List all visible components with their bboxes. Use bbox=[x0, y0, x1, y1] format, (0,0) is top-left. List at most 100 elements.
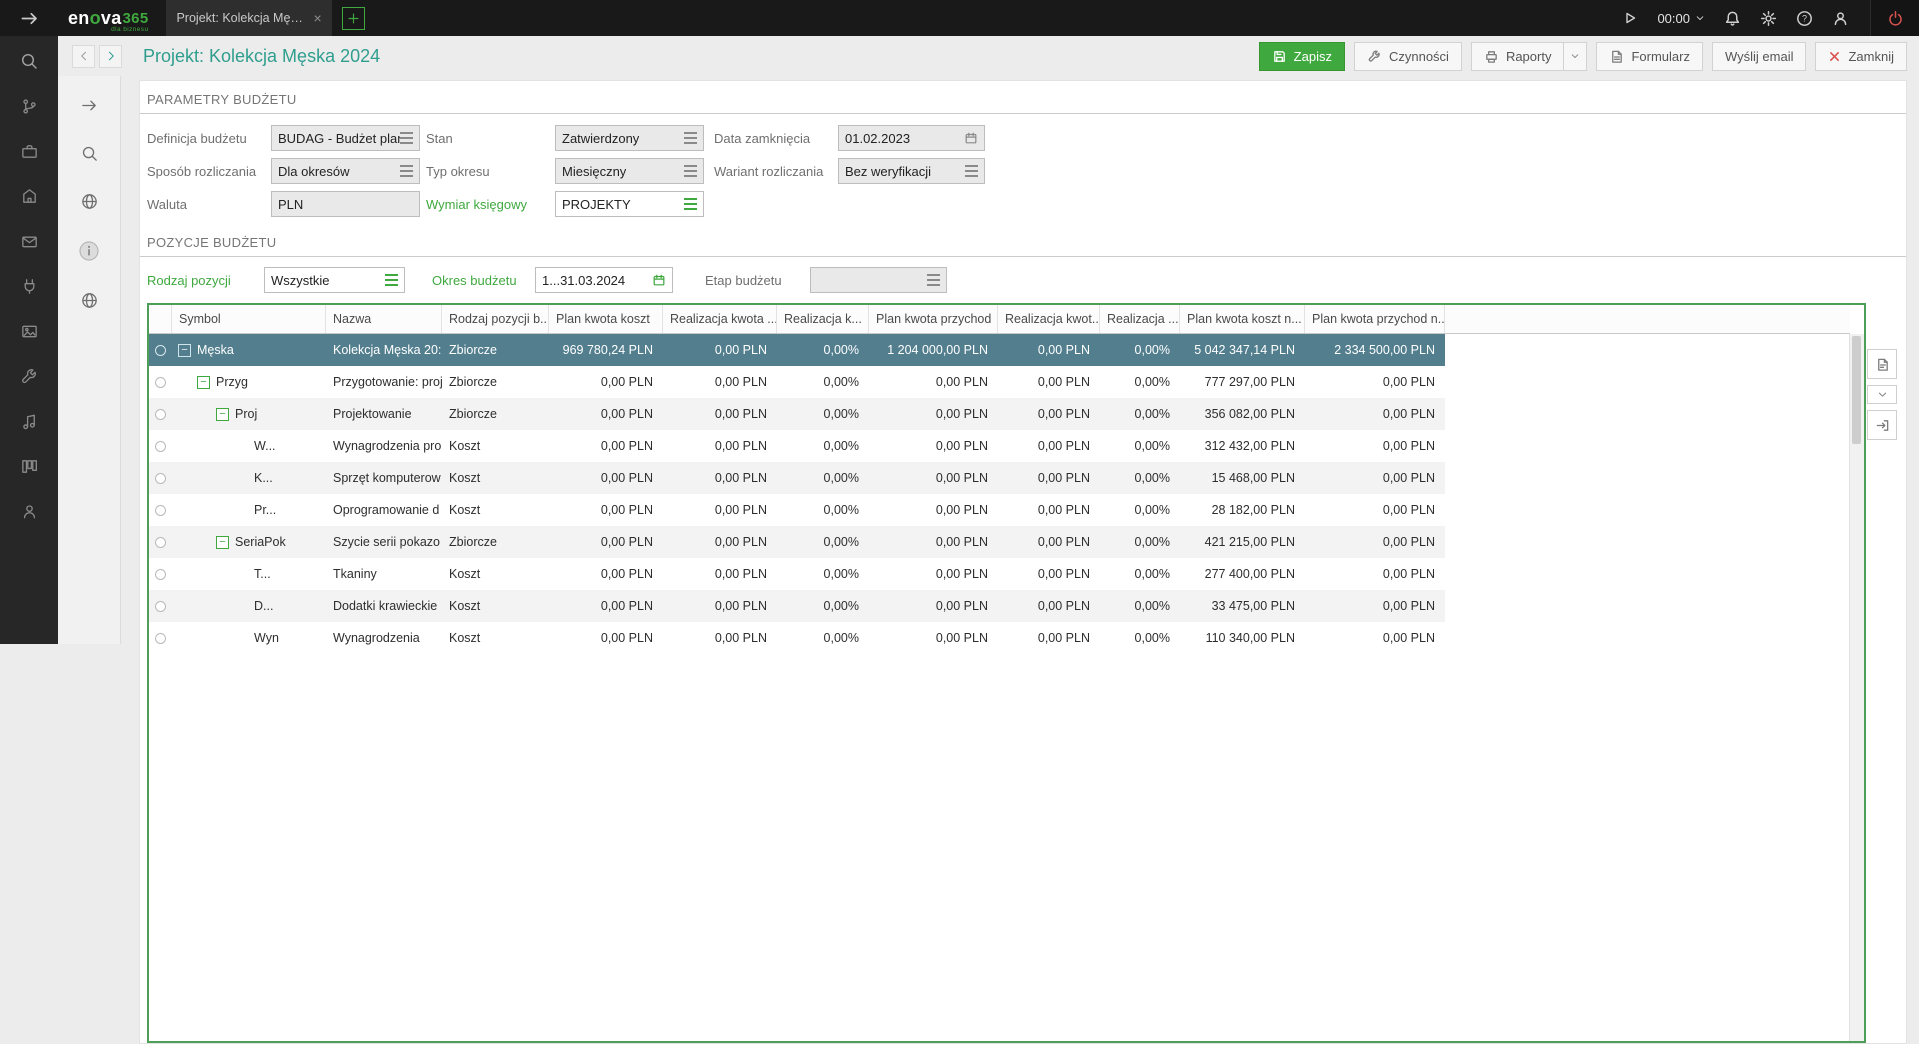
work-timer[interactable]: 00:00 bbox=[1657, 11, 1705, 26]
lookup-icon[interactable] bbox=[927, 274, 940, 286]
table-row[interactable]: −ProjProjektowanieZbiorcze0,00 PLN0,00 P… bbox=[149, 398, 1445, 430]
collapse-icon[interactable]: − bbox=[216, 536, 229, 549]
vertical-scrollbar[interactable] bbox=[1849, 334, 1864, 1041]
expand-panel-button[interactable] bbox=[1867, 385, 1897, 404]
collapse-icon[interactable]: − bbox=[216, 408, 229, 421]
reports-dropdown-button[interactable] bbox=[1564, 42, 1587, 71]
collapse-icon[interactable]: − bbox=[178, 344, 191, 357]
save-button[interactable]: Zapisz bbox=[1259, 42, 1345, 71]
table-row[interactable]: W...Wynagrodzenia proKoszt0,00 PLN0,00 P… bbox=[149, 430, 1445, 462]
column-header[interactable]: Rodzaj pozycji b... bbox=[442, 305, 549, 333]
plug-icon[interactable] bbox=[20, 277, 39, 296]
wymiar-field[interactable]: PROJEKTY bbox=[555, 191, 704, 217]
image-icon[interactable] bbox=[20, 322, 39, 341]
wrench-icon[interactable] bbox=[20, 367, 39, 386]
new-tab-button[interactable] bbox=[342, 7, 365, 30]
table-row[interactable]: WynWynagrodzeniaKoszt0,00 PLN0,00 PLN0,0… bbox=[149, 622, 1445, 654]
row-amount: 33 475,00 PLN bbox=[1180, 599, 1305, 613]
arrow-right-icon[interactable] bbox=[80, 96, 99, 115]
nav-forward-button[interactable] bbox=[99, 45, 122, 68]
open-detail-button[interactable] bbox=[1867, 349, 1897, 379]
info-icon[interactable] bbox=[78, 240, 100, 262]
chevron-right-icon bbox=[105, 50, 117, 62]
rodzaj-pozycji-filter[interactable]: Wszystkie bbox=[264, 267, 405, 293]
kanban-icon[interactable] bbox=[20, 457, 39, 476]
row-selector-radio[interactable] bbox=[155, 377, 166, 388]
home-icon[interactable] bbox=[20, 187, 39, 206]
music-note-icon[interactable] bbox=[20, 412, 39, 431]
lookup-icon[interactable] bbox=[684, 198, 697, 210]
calendar-icon[interactable] bbox=[964, 131, 978, 145]
row-amount: 0,00% bbox=[1100, 471, 1180, 485]
column-header[interactable]: Realizacja kwot... bbox=[998, 305, 1100, 333]
send-email-button[interactable]: Wyślij email bbox=[1712, 42, 1807, 71]
lookup-icon[interactable] bbox=[684, 132, 697, 144]
column-header[interactable]: Realizacja kwota ... bbox=[663, 305, 777, 333]
table-row[interactable]: Pr...Oprogramowanie dKoszt0,00 PLN0,00 P… bbox=[149, 494, 1445, 526]
logout-button[interactable] bbox=[1870, 0, 1919, 36]
sidebar-expand-button[interactable] bbox=[0, 0, 58, 36]
actions-button[interactable]: Czynności bbox=[1354, 42, 1462, 71]
table-row[interactable]: −SeriaPokSzycie serii pokazoZbiorcze0,00… bbox=[149, 526, 1445, 558]
row-selector-radio[interactable] bbox=[155, 505, 166, 516]
row-selector-radio[interactable] bbox=[155, 441, 166, 452]
column-header[interactable]: Realizacja ... bbox=[1100, 305, 1180, 333]
git-branch-icon[interactable] bbox=[20, 97, 39, 116]
reports-button[interactable]: Raporty bbox=[1471, 42, 1565, 71]
mail-icon[interactable] bbox=[20, 232, 39, 251]
sidebar-search-button[interactable] bbox=[19, 51, 39, 71]
form-button[interactable]: Formularz bbox=[1596, 42, 1703, 71]
column-header[interactable]: Nazwa bbox=[326, 305, 442, 333]
okres-budzetu-filter[interactable]: 1...31.03.2024 bbox=[535, 267, 673, 293]
lookup-icon[interactable] bbox=[400, 165, 413, 177]
table-row[interactable]: −PrzygPrzygotowanie: projZbiorcze0,00 PL… bbox=[149, 366, 1445, 398]
globe-icon-2[interactable] bbox=[80, 291, 99, 310]
scrollbar-thumb[interactable] bbox=[1852, 336, 1861, 444]
users-icon[interactable] bbox=[20, 502, 39, 521]
row-selector-radio[interactable] bbox=[155, 537, 166, 548]
close-button[interactable]: Zamknij bbox=[1815, 42, 1907, 71]
data-zamkniecia-field[interactable]: 01.02.2023 bbox=[838, 125, 985, 151]
row-selector-radio[interactable] bbox=[155, 345, 166, 356]
row-selector-radio[interactable] bbox=[155, 601, 166, 612]
nav-back-button[interactable] bbox=[72, 45, 95, 68]
row-selector-radio[interactable] bbox=[155, 473, 166, 484]
row-selector-radio[interactable] bbox=[155, 409, 166, 420]
collapse-icon[interactable]: − bbox=[197, 376, 210, 389]
column-header[interactable]: Plan kwota koszt bbox=[549, 305, 663, 333]
user-icon[interactable] bbox=[1832, 10, 1849, 27]
open-tab[interactable]: Projekt: Kolekcja Męsk... × bbox=[166, 0, 331, 36]
play-icon[interactable] bbox=[1622, 10, 1638, 26]
gear-icon[interactable] bbox=[1760, 10, 1777, 27]
definicja-field[interactable]: BUDAG - Budżet plan i... bbox=[271, 125, 420, 151]
globe-icon[interactable] bbox=[80, 192, 99, 211]
table-row[interactable]: K...Sprzęt komputerowKoszt0,00 PLN0,00 P… bbox=[149, 462, 1445, 494]
lookup-icon[interactable] bbox=[684, 165, 697, 177]
column-header[interactable]: Plan kwota koszt n... bbox=[1180, 305, 1305, 333]
waluta-field[interactable]: PLN bbox=[271, 191, 420, 217]
stan-field[interactable]: Zatwierdzony bbox=[555, 125, 704, 151]
drill-down-button[interactable] bbox=[1867, 410, 1897, 440]
column-header[interactable]: Symbol bbox=[172, 305, 326, 333]
help-icon[interactable]: ? bbox=[1796, 10, 1813, 27]
column-header[interactable]: Plan kwota przychod n... bbox=[1305, 305, 1445, 333]
tab-close-icon[interactable]: × bbox=[313, 10, 321, 26]
bell-icon[interactable] bbox=[1724, 10, 1741, 27]
table-row[interactable]: T...TkaninyKoszt0,00 PLN0,00 PLN0,00%0,0… bbox=[149, 558, 1445, 590]
etap-budzetu-filter[interactable] bbox=[810, 267, 947, 293]
search-icon[interactable] bbox=[80, 144, 99, 163]
row-selector-radio[interactable] bbox=[155, 569, 166, 580]
lookup-icon[interactable] bbox=[965, 165, 978, 177]
briefcase-icon[interactable] bbox=[20, 142, 39, 161]
sposob-field[interactable]: Dla okresów bbox=[271, 158, 420, 184]
row-selector-radio[interactable] bbox=[155, 633, 166, 644]
table-row[interactable]: D...Dodatki krawieckieKoszt0,00 PLN0,00 … bbox=[149, 590, 1445, 622]
column-header[interactable]: Realizacja k... bbox=[777, 305, 869, 333]
calendar-icon[interactable] bbox=[652, 273, 666, 287]
lookup-icon[interactable] bbox=[385, 274, 398, 286]
typ-okresu-field[interactable]: Miesięczny bbox=[555, 158, 704, 184]
lookup-icon[interactable] bbox=[400, 132, 413, 144]
column-header[interactable]: Plan kwota przychod bbox=[869, 305, 998, 333]
wariant-field[interactable]: Bez weryfikacji bbox=[838, 158, 985, 184]
table-row[interactable]: −MęskaKolekcja Męska 20:Zbiorcze969 780,… bbox=[149, 334, 1445, 366]
